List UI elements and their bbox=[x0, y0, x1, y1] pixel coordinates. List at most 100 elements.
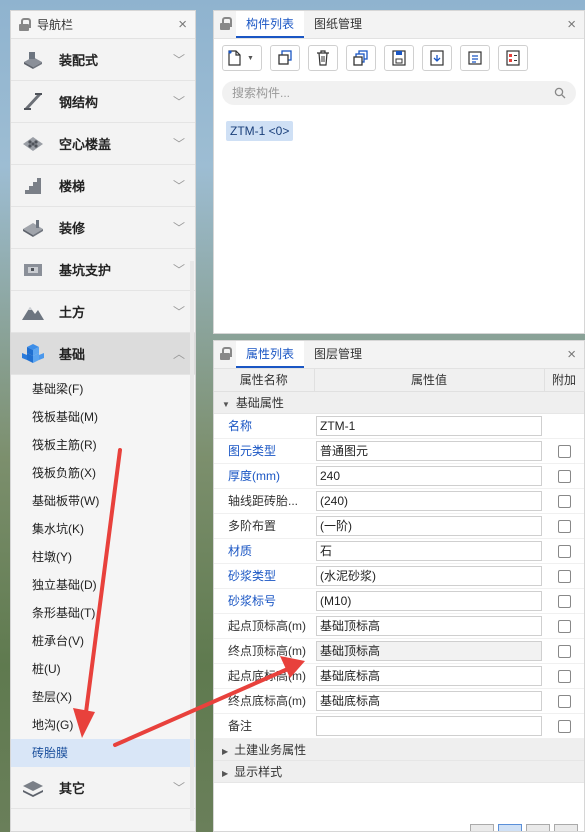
save-template-button[interactable] bbox=[384, 45, 414, 71]
nav-category-label: 基础 bbox=[59, 347, 86, 362]
extra-checkbox[interactable] bbox=[557, 669, 571, 683]
property-value-field[interactable]: ZTM-1 bbox=[316, 415, 542, 436]
nav-sub-item[interactable]: 筏板基础(M) bbox=[11, 403, 195, 431]
property-extra-cell bbox=[544, 563, 584, 589]
group-row-basic[interactable]: ▼ 基础属性 bbox=[214, 391, 584, 414]
nav-sub-item[interactable]: 桩(U) bbox=[11, 655, 195, 683]
sort-button[interactable] bbox=[460, 45, 490, 71]
property-row[interactable]: 备注 bbox=[214, 713, 584, 739]
property-row[interactable]: 砂浆类型 (水泥砂浆) bbox=[214, 563, 584, 589]
chevron-down-icon: ﹀ bbox=[172, 179, 185, 193]
nav-sub-item[interactable]: 集水坑(K) bbox=[11, 515, 195, 543]
nav-category-earthwork[interactable]: 土方 ﹀ bbox=[11, 291, 195, 333]
property-row[interactable]: 材质石 bbox=[214, 538, 584, 564]
extra-checkbox[interactable] bbox=[557, 719, 571, 733]
extra-checkbox[interactable] bbox=[557, 519, 571, 533]
filter-button[interactable] bbox=[498, 45, 528, 71]
group-row-display[interactable]: ▶ 显示样式 bbox=[214, 760, 584, 783]
property-value-field[interactable]: (水泥砂浆) bbox=[316, 565, 542, 586]
new-component-button[interactable]: ▼ bbox=[222, 45, 262, 71]
property-value-field[interactable]: 基础顶标高 bbox=[316, 640, 542, 661]
delete-button[interactable] bbox=[308, 45, 338, 71]
nav-sub-item[interactable]: 垫层(X) bbox=[11, 683, 195, 711]
nav-scrollbar[interactable] bbox=[190, 261, 194, 821]
nav-sub-item[interactable]: 基础梁(F) bbox=[11, 375, 195, 403]
tab-component-list[interactable]: 构件列表 bbox=[236, 11, 305, 38]
extra-checkbox[interactable] bbox=[557, 494, 571, 508]
property-row[interactable]: 砂浆标号 (M10) bbox=[214, 588, 584, 614]
nav-category-pit-support[interactable]: 基坑支护 ﹀ bbox=[11, 249, 195, 291]
extra-checkbox[interactable] bbox=[557, 644, 571, 658]
tab-property-list[interactable]: 属性列表 bbox=[236, 341, 305, 368]
search-icon[interactable] bbox=[554, 87, 566, 99]
property-extra-cell bbox=[544, 538, 584, 564]
property-row[interactable]: 轴线距砖胎... (240) bbox=[214, 488, 584, 514]
property-name: 起点底标高(m) bbox=[214, 663, 314, 689]
extra-checkbox[interactable] bbox=[557, 569, 571, 583]
property-row[interactable]: 多阶布置 (一阶) bbox=[214, 513, 584, 539]
nav-category-stairs[interactable]: 楼梯 ﹀ bbox=[11, 165, 195, 207]
property-row[interactable]: 终点底标高(m) 基础底标高 bbox=[214, 688, 584, 714]
property-value-field[interactable]: (M10) bbox=[316, 590, 542, 611]
view-button[interactable] bbox=[554, 824, 578, 831]
nav-sub-item[interactable]: 地沟(G) bbox=[11, 711, 195, 739]
nav-sub-item[interactable]: 桩承台(V) bbox=[11, 627, 195, 655]
nav-sub-item[interactable]: 基础板带(W) bbox=[11, 487, 195, 515]
property-value-field[interactable]: 石 bbox=[316, 540, 542, 561]
tab-layer-management[interactable]: 图层管理 bbox=[304, 341, 372, 368]
property-name: 名称 bbox=[214, 413, 314, 439]
property-value-field[interactable]: 基础底标高 bbox=[316, 665, 542, 686]
nav-category-foundation[interactable]: 基础 ︿ bbox=[11, 333, 195, 375]
lock-pin-icon[interactable] bbox=[220, 17, 232, 31]
nav-sub-item[interactable]: 筏板负筋(X) bbox=[11, 459, 195, 487]
component-item[interactable]: ZTM-1 <0> bbox=[226, 121, 294, 141]
layers-copy-icon bbox=[353, 50, 368, 66]
nav-sub-item[interactable]: 柱墩(Y) bbox=[11, 543, 195, 571]
property-row[interactable]: 名称 ZTM-1 bbox=[214, 413, 584, 439]
property-row[interactable]: 起点顶标高(m) 基础顶标高 bbox=[214, 613, 584, 639]
property-value-field[interactable]: 基础底标高 bbox=[316, 690, 542, 711]
extra-checkbox[interactable] bbox=[557, 594, 571, 608]
nav-category-prefab[interactable]: 装配式 ﹀ bbox=[11, 39, 195, 81]
view-button[interactable] bbox=[470, 824, 494, 831]
extra-checkbox[interactable] bbox=[557, 444, 571, 458]
chevron-down-icon: ﹀ bbox=[172, 95, 185, 109]
column-header-value: 属性值 bbox=[314, 369, 545, 392]
tab-drawing-management[interactable]: 图纸管理 bbox=[304, 11, 372, 38]
close-icon[interactable]: × bbox=[567, 347, 576, 362]
copy-button[interactable] bbox=[270, 45, 300, 71]
property-value-field[interactable]: (一阶) bbox=[316, 515, 542, 536]
view-button[interactable] bbox=[526, 824, 550, 831]
nav-sub-item[interactable]: 条形基础(T) bbox=[11, 599, 195, 627]
property-row[interactable]: 终点顶标高(m) 基础顶标高 bbox=[214, 638, 584, 664]
extra-checkbox[interactable] bbox=[557, 694, 571, 708]
property-row[interactable]: 厚度(mm) 240 bbox=[214, 463, 584, 489]
property-extra-cell bbox=[544, 438, 584, 464]
property-row[interactable]: 起点底标高(m) 基础底标高 bbox=[214, 663, 584, 689]
property-value-field[interactable] bbox=[316, 715, 542, 736]
property-value-field[interactable]: 240 bbox=[316, 465, 542, 486]
property-value-field[interactable]: (240) bbox=[316, 490, 542, 511]
close-icon[interactable]: × bbox=[178, 17, 187, 32]
view-button-active[interactable] bbox=[498, 824, 522, 831]
extra-checkbox[interactable] bbox=[557, 544, 571, 558]
property-row[interactable]: 图元类型 普通图元 bbox=[214, 438, 584, 464]
nav-category-steel[interactable]: 钢结构 ﹀ bbox=[11, 81, 195, 123]
extra-checkbox[interactable] bbox=[557, 469, 571, 483]
property-value-field[interactable]: 普通图元 bbox=[316, 440, 542, 461]
nav-category-decoration[interactable]: 装修 ﹀ bbox=[11, 207, 195, 249]
extra-checkbox[interactable] bbox=[557, 619, 571, 633]
nav-sub-item[interactable]: 独立基础(D) bbox=[11, 571, 195, 599]
search-input[interactable] bbox=[232, 86, 554, 100]
nav-sub-item-selected[interactable]: 砖胎膜 bbox=[11, 739, 195, 767]
lock-pin-icon[interactable] bbox=[19, 17, 31, 32]
nav-category-hollow-slab[interactable]: 空心楼盖 ﹀ bbox=[11, 123, 195, 165]
nav-category-other[interactable]: 其它 ﹀ bbox=[11, 767, 195, 809]
nav-sub-item[interactable]: 筏板主筋(R) bbox=[11, 431, 195, 459]
close-icon[interactable]: × bbox=[567, 17, 576, 32]
group-row-civil[interactable]: ▶ 土建业务属性 bbox=[214, 738, 584, 761]
import-button[interactable] bbox=[422, 45, 452, 71]
property-value-field[interactable]: 基础顶标高 bbox=[316, 615, 542, 636]
lock-pin-icon[interactable] bbox=[220, 347, 232, 361]
copy-to-floor-button[interactable] bbox=[346, 45, 376, 71]
